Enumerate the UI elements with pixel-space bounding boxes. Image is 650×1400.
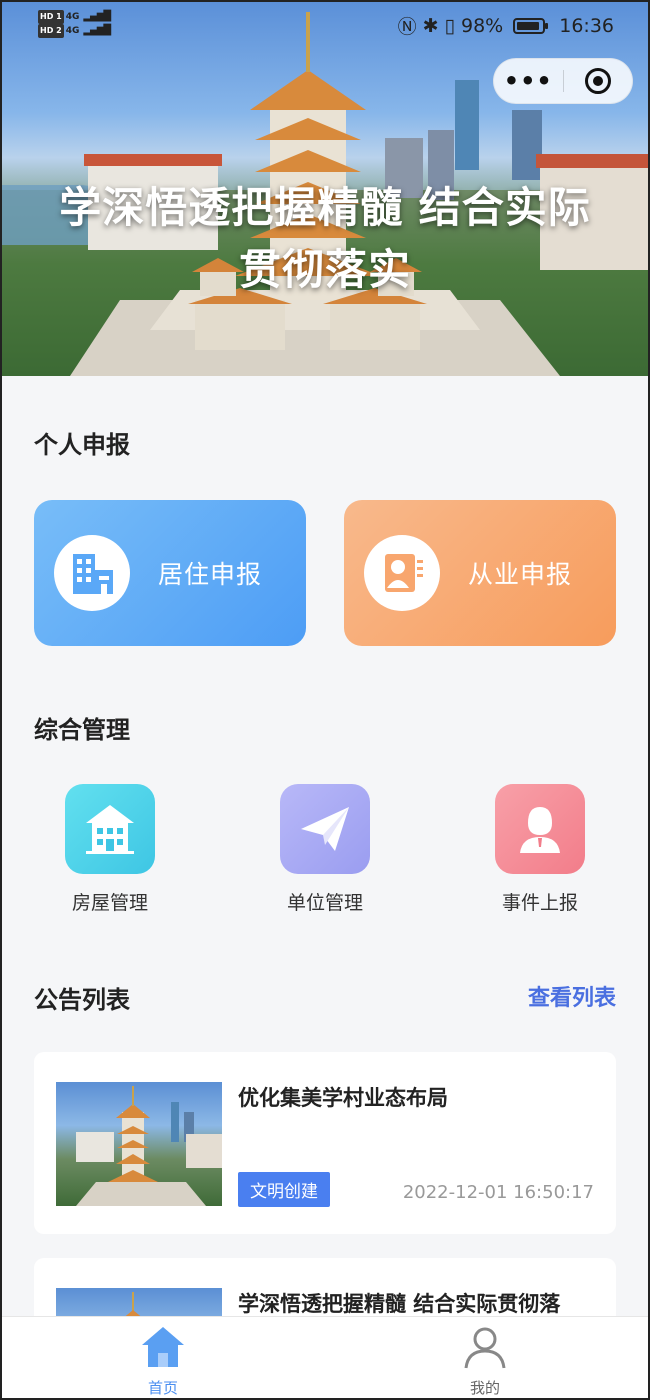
hd-badge: HD 2 (38, 24, 64, 38)
house-management-label: 房屋管理 (71, 892, 148, 914)
view-list-link[interactable]: 查看列表 (528, 980, 616, 1012)
more-icon: ••• (503, 67, 553, 95)
bluetooth-icon: ✱ (422, 14, 439, 37)
network-type: 4G (65, 26, 80, 36)
house-management-item[interactable]: 房屋管理 (45, 784, 175, 915)
house-icon (65, 784, 155, 874)
section-title-personal: 个人申报 (34, 431, 130, 459)
notice-title: 优化集美学村业态布局 (238, 1086, 448, 1110)
clock: 16:36 (559, 14, 614, 37)
notice-card[interactable]: 优化集美学村业态布局 文明创建 2022-12-01 16:50:17 (34, 1052, 616, 1234)
close-miniprogram-button[interactable] (564, 58, 633, 104)
residence-declaration-label: 居住申报 (158, 560, 263, 589)
tab-mine-label: 我的 (469, 1379, 500, 1397)
bottom-tab-bar: 首页 我的 (0, 1316, 650, 1400)
banner-title-line1: 学深悟透把握精髓 结合实际 (59, 183, 591, 232)
network-type: 4G (65, 12, 80, 22)
notice-tag: 文明创建 (238, 1172, 330, 1207)
person-icon (495, 784, 585, 874)
section-title-notices: 公告列表 (34, 986, 130, 1014)
employment-declaration-card[interactable]: 从业申报 (344, 500, 616, 646)
user-icon (464, 1327, 506, 1369)
close-target-icon (584, 68, 611, 94)
more-menu-button[interactable]: ••• (494, 58, 563, 104)
vibrate-icon: ▯ (444, 14, 455, 37)
battery-percent: 98% (461, 14, 504, 37)
employment-declaration-label: 从业申报 (468, 560, 573, 589)
incident-report-label: 事件上报 (501, 892, 578, 914)
paper-plane-icon (280, 784, 370, 874)
unit-management-label: 单位管理 (286, 892, 363, 914)
tab-home-label: 首页 (147, 1379, 178, 1397)
nfc-icon: Ⓝ (397, 16, 417, 38)
signal-icon: ▂▄▆█ (83, 11, 111, 22)
id-card-icon (364, 535, 440, 611)
incident-report-item[interactable]: 事件上报 (475, 784, 605, 915)
signal-icon: ▂▄▆█ (83, 25, 111, 36)
hd-badge: HD 1 (38, 10, 64, 24)
notice-title: 学深悟透把握精髓 结合实际贯彻落 (238, 1292, 561, 1316)
home-icon (142, 1327, 184, 1367)
notice-thumbnail (56, 1082, 222, 1206)
building-icon (54, 535, 130, 611)
banner-title-line2: 贯彻落实 (238, 245, 411, 294)
section-title-management: 综合管理 (34, 716, 130, 744)
battery-icon (513, 17, 549, 34)
miniprogram-capsule: ••• (493, 58, 633, 104)
status-bar: HD 1 4G ▂▄▆█ HD 2 4G ▂▄▆█ Ⓝ ✱ ▯ 98% 16:36 (0, 0, 650, 50)
signal-indicators: HD 1 4G ▂▄▆█ HD 2 4G ▂▄▆█ (38, 10, 111, 38)
residence-declaration-card[interactable]: 居住申报 (34, 500, 306, 646)
tab-mine[interactable]: 我的 (425, 1325, 545, 1398)
notice-time: 2022-12-01 16:50:17 (402, 1182, 594, 1203)
tab-home[interactable]: 首页 (103, 1325, 223, 1398)
unit-management-item[interactable]: 单位管理 (260, 784, 390, 915)
